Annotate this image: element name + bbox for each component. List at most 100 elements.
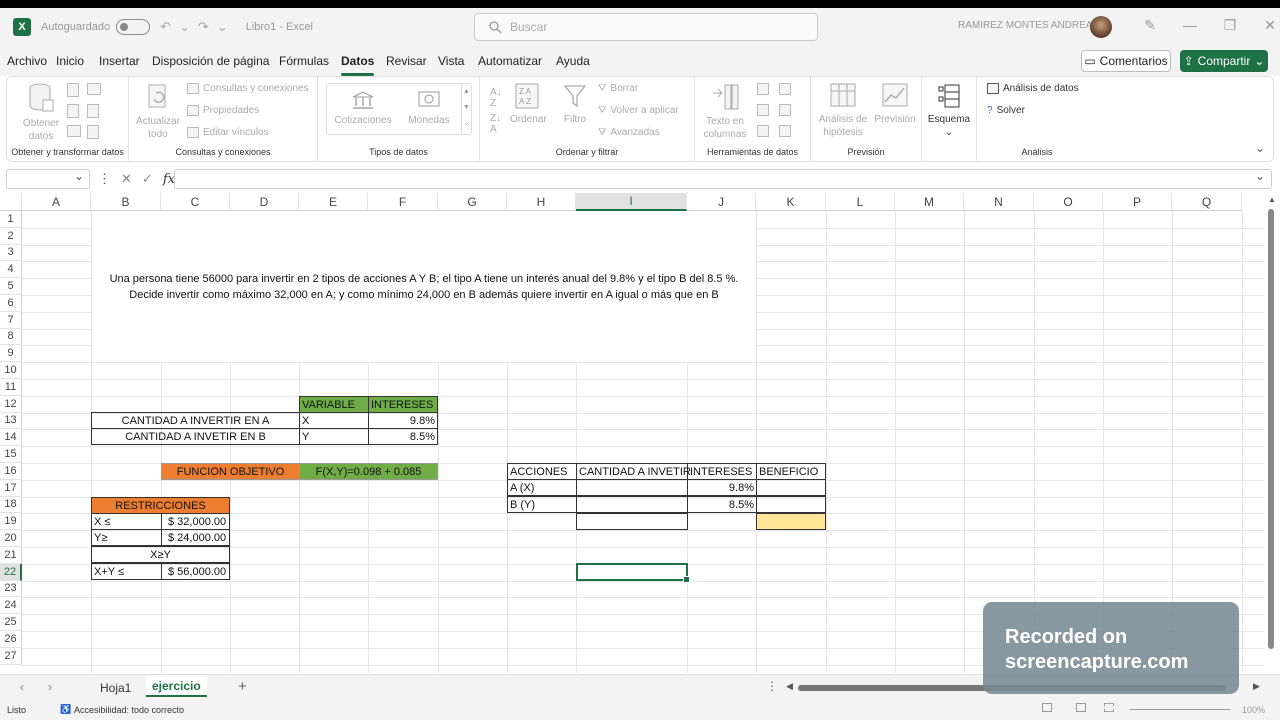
- column-header-f[interactable]: F: [368, 193, 438, 211]
- scroll-right-icon[interactable]: ▶: [1253, 681, 1260, 692]
- tab-formulas[interactable]: Fórmulas: [279, 54, 329, 68]
- comments-button[interactable]: ▭ Comentarios: [1081, 50, 1171, 72]
- row-header-27[interactable]: 27: [0, 647, 22, 665]
- row-header-10[interactable]: 10: [0, 362, 22, 379]
- var-y[interactable]: Y: [299, 428, 369, 445]
- search-box[interactable]: Buscar: [474, 13, 818, 41]
- data-analysis-button[interactable]: Análisis de datos: [987, 83, 1079, 94]
- total-amount-cell[interactable]: [576, 513, 688, 530]
- close-icon[interactable]: ✕: [1250, 17, 1280, 34]
- active-cell-selection[interactable]: [576, 563, 690, 583]
- column-header-l[interactable]: L: [826, 193, 895, 211]
- avatar[interactable]: [1090, 16, 1112, 38]
- from-web-icon[interactable]: [87, 83, 101, 95]
- row-header-24[interactable]: 24: [0, 597, 22, 615]
- from-text-icon[interactable]: [67, 83, 79, 97]
- refresh-all-button[interactable]: Actualizar todo: [133, 83, 183, 141]
- column-header-k[interactable]: K: [756, 193, 826, 211]
- action-a-rate[interactable]: 9.8%: [687, 479, 757, 496]
- row-header-23[interactable]: 23: [0, 580, 22, 598]
- row-header-21[interactable]: 21: [0, 547, 22, 564]
- next-sheet-icon[interactable]: ›: [48, 680, 52, 694]
- label-invest-b[interactable]: CANTIDAD A INVETIR EN B: [91, 428, 300, 445]
- action-a-name[interactable]: A (X): [507, 479, 577, 496]
- var-x[interactable]: X: [299, 412, 369, 429]
- row-header-15[interactable]: 15: [0, 446, 22, 463]
- row-header-12[interactable]: 12: [0, 395, 22, 413]
- rate-a[interactable]: 9.8%: [368, 412, 438, 429]
- edit-links-button[interactable]: Editar vínculos: [187, 127, 269, 138]
- scroll-left-icon[interactable]: ◀: [786, 681, 793, 692]
- accessibility-icon[interactable]: ♿: [60, 704, 71, 715]
- column-header-n[interactable]: N: [964, 193, 1034, 211]
- solver-button[interactable]: ? Solver: [987, 105, 1025, 116]
- get-data-button[interactable]: Obtener datos: [17, 83, 65, 143]
- restriction-2-left[interactable]: Y≥: [91, 529, 162, 546]
- recent-sources-icon[interactable]: [87, 104, 99, 118]
- row-header-19[interactable]: 19: [0, 513, 22, 531]
- name-box[interactable]: [6, 169, 90, 189]
- pen-icon[interactable]: ✎: [1130, 17, 1170, 34]
- column-header-e[interactable]: E: [299, 193, 368, 211]
- action-a-benefit[interactable]: [756, 479, 826, 496]
- column-header-c[interactable]: C: [161, 193, 230, 211]
- column-header-g[interactable]: G: [438, 193, 507, 211]
- scroll-up-icon[interactable]: ▲: [1268, 195, 1276, 204]
- cancel-icon[interactable]: ✕: [121, 171, 132, 187]
- row-header-3[interactable]: 3: [0, 244, 22, 262]
- column-header-i[interactable]: I: [576, 193, 687, 211]
- restriction-4-right[interactable]: $ 56,000.00: [161, 563, 230, 580]
- tab-disposicion[interactable]: Disposición de página: [152, 54, 269, 68]
- queries-connections-button[interactable]: Consultas y conexiones: [187, 83, 309, 94]
- more-icon[interactable]: ⋮: [98, 171, 111, 187]
- row-header-1[interactable]: 1: [0, 211, 22, 228]
- minimize-icon[interactable]: —: [1170, 17, 1210, 34]
- row-header-11[interactable]: 11: [0, 379, 22, 396]
- action-b-benefit[interactable]: [756, 496, 826, 513]
- row-header-14[interactable]: 14: [0, 429, 22, 447]
- row-header-5[interactable]: 5: [0, 278, 22, 295]
- data-model-icon[interactable]: [779, 125, 791, 137]
- sort-az-icon[interactable]: A↓ Z: [490, 87, 502, 109]
- collapse-ribbon-icon[interactable]: ⌄: [1255, 141, 1265, 155]
- forecast-button[interactable]: Previsión: [873, 83, 917, 126]
- row-header-20[interactable]: 20: [0, 530, 22, 547]
- objective-label[interactable]: FUNCION OBJETIVO: [161, 463, 300, 480]
- accessibility-status[interactable]: Accesibilidad: todo correcto: [74, 705, 184, 715]
- column-header-a[interactable]: A: [22, 193, 91, 211]
- rate-b[interactable]: 8.5%: [368, 428, 438, 445]
- outline-button[interactable]: Esquema ⌄: [926, 83, 972, 139]
- sheet-tab-hoja1[interactable]: Hoja1: [100, 681, 131, 695]
- tab-datos[interactable]: Datos: [341, 54, 375, 76]
- more-sheets-icon[interactable]: ⋮: [766, 679, 778, 693]
- action-b-name[interactable]: B (Y): [507, 496, 577, 513]
- existing-connections-icon[interactable]: [67, 125, 81, 137]
- from-picture-icon[interactable]: [87, 125, 99, 139]
- zoom-slider[interactable]: [1130, 709, 1230, 710]
- column-header-d[interactable]: D: [230, 193, 299, 211]
- tab-automatizar[interactable]: Automatizar: [478, 54, 542, 68]
- column-header-q[interactable]: Q: [1172, 193, 1242, 211]
- tab-archivo[interactable]: Archivo: [7, 54, 47, 68]
- properties-button[interactable]: Propiedades: [187, 105, 259, 116]
- row-header-22[interactable]: 22: [0, 563, 22, 581]
- tab-ayuda[interactable]: Ayuda: [556, 54, 590, 68]
- restriction-1-left[interactable]: X ≤: [91, 513, 162, 530]
- what-if-button[interactable]: Análisis de hipótesis: [815, 83, 871, 139]
- clear-button[interactable]: ⛛ Borrar: [598, 83, 638, 94]
- tab-insertar[interactable]: Insertar: [99, 54, 140, 68]
- column-header-b[interactable]: B: [91, 193, 161, 211]
- undo-redo-icons[interactable]: ↶⌄↷⌄: [160, 19, 236, 35]
- text-to-columns-button[interactable]: Texto en columnas: [701, 83, 749, 141]
- action-a-amount[interactable]: [576, 479, 688, 496]
- flash-fill-icon[interactable]: [757, 83, 769, 95]
- consolidate-icon[interactable]: [779, 83, 791, 95]
- page-layout-icon[interactable]: [1076, 703, 1086, 712]
- row-header-4[interactable]: 4: [0, 261, 22, 279]
- gallery-scroll[interactable]: ▲ ▼ ⌄: [461, 84, 471, 134]
- row-header-18[interactable]: 18: [0, 496, 22, 514]
- share-button[interactable]: ⇪ Compartir ⌄: [1180, 50, 1268, 72]
- objective-formula[interactable]: F(X,Y)=0.098 + 0.085: [299, 463, 438, 480]
- add-sheet-icon[interactable]: +: [238, 678, 247, 695]
- restriction-2-right[interactable]: $ 24,000.00: [161, 529, 230, 546]
